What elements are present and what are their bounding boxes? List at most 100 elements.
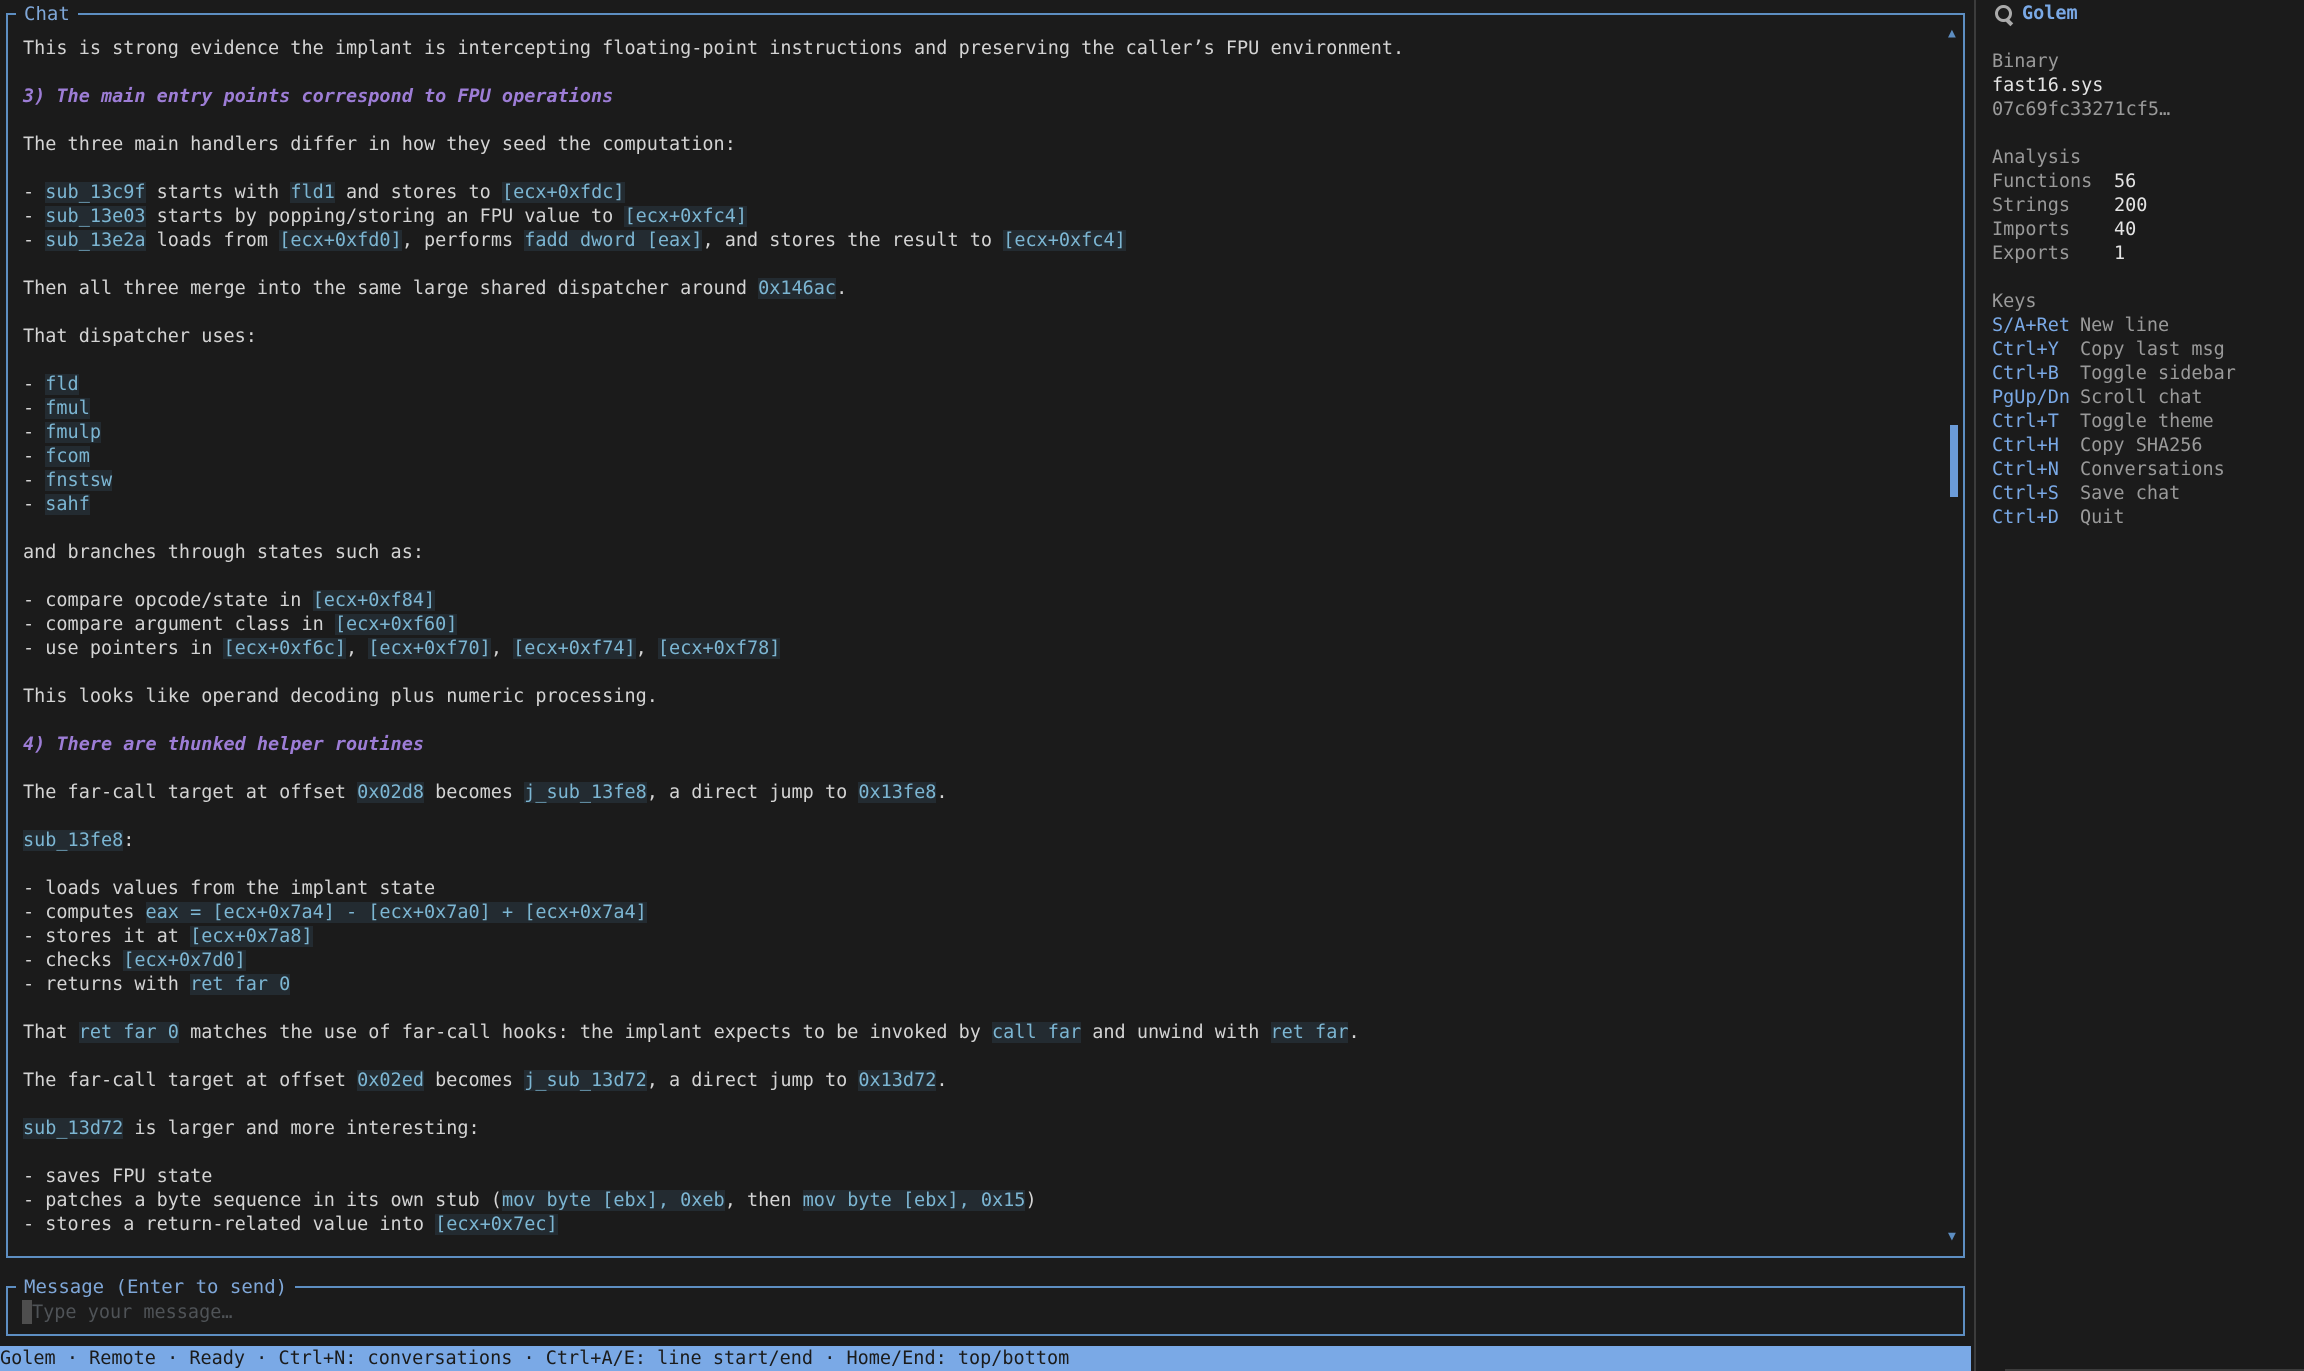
stat-name: Functions: [1992, 171, 2093, 192]
code-span: j_sub_13fe8: [524, 782, 647, 803]
text-span: ,: [635, 638, 658, 659]
chat-line: - checks [ecx+0x7d0]: [23, 949, 1933, 973]
chat-line: 4) There are thunked helper routines: [23, 733, 1933, 757]
code-span: 0x02d8: [357, 782, 424, 803]
code-span: [ecx+0xfc4]: [1003, 230, 1126, 251]
text-span: -: [23, 374, 46, 395]
chat-scrollbar[interactable]: ▲ ▼: [1948, 27, 1959, 1244]
text-span: matches the use of far-call hooks: the i…: [178, 1022, 993, 1043]
text-span: ): [1025, 1190, 1037, 1211]
text-span: -: [23, 230, 46, 251]
code-span: [ecx+0xf70]: [368, 638, 491, 659]
stat-value: 200: [2114, 195, 2148, 216]
stat-row-functions: Functions 56: [1992, 170, 2292, 194]
code-span: 0x13d72: [858, 1070, 937, 1091]
sidebar-divider: [1974, 0, 1976, 1371]
text-span: , then: [724, 1190, 803, 1211]
text-span: becomes: [423, 782, 525, 803]
chat-line: The far-call target at offset 0x02d8 bec…: [23, 781, 1933, 805]
code-span: sub_13d72: [23, 1118, 124, 1139]
chat-line: The three main handlers differ in how th…: [23, 133, 1933, 157]
key-combo: PgUp/Dn: [1992, 387, 2070, 408]
chat-panel[interactable]: Chat This is strong evidence the implant…: [6, 2, 1965, 1258]
key-hint: Ctrl+Y Copy last msg: [1992, 338, 2292, 362]
analysis-label: Analysis: [1992, 147, 2082, 168]
chat-line: This looks like operand decoding plus nu…: [23, 685, 1933, 709]
key-combo: Ctrl+D: [1992, 507, 2059, 528]
code-span: fmulp: [45, 422, 101, 443]
stat-value: 1: [2114, 243, 2126, 264]
stat-value: 56: [2114, 171, 2137, 192]
chat-line: - use pointers in [ecx+0xf6c], [ecx+0xf7…: [23, 637, 1933, 661]
code-span: mov byte [ebx], 0xeb: [501, 1190, 725, 1211]
chat-line: - sahf: [23, 493, 1933, 517]
stat-name: Exports: [1992, 243, 2070, 264]
text-span: and unwind with: [1081, 1022, 1271, 1043]
sidebar-title: Golem: [2022, 3, 2078, 24]
chat-line: - compare argument class in [ecx+0xf60]: [23, 613, 1933, 637]
code-span: [ecx+0xfd0]: [279, 230, 402, 251]
sidebar: Golem Binary fast16.sys 07c69fc33271cf5……: [1992, 2, 2292, 530]
text-span: starts with: [145, 182, 291, 203]
text-span: - loads values from the implant state: [23, 878, 436, 899]
text-span: , and stores the result to: [702, 230, 1004, 251]
chat-line: Then all three merge into the same large…: [23, 277, 1933, 301]
code-span: [ecx+0xfc4]: [624, 206, 747, 227]
key-combo: Ctrl+T: [1992, 411, 2059, 432]
text-span: :: [123, 830, 135, 851]
chat-line: sub_13fe8:: [23, 829, 1933, 853]
text-span: -: [23, 182, 46, 203]
scroll-up-icon[interactable]: ▲: [1948, 27, 1956, 41]
message-input[interactable]: [22, 1300, 1932, 1324]
binary-hash: 07c69fc33271cf5…: [1992, 99, 2171, 120]
code-span: 0x146ac: [758, 278, 837, 299]
text-span: and branches through states such as:: [23, 542, 424, 563]
text-span: .: [1348, 1022, 1360, 1043]
text-span: - saves FPU state: [23, 1166, 213, 1187]
chat-line: - loads values from the implant state: [23, 877, 1933, 901]
chat-panel-title: Chat: [16, 2, 78, 26]
text-span: ,: [346, 638, 369, 659]
code-span: [ecx+0xf60]: [334, 614, 458, 635]
key-hint: Ctrl+B Toggle sidebar: [1992, 362, 2292, 386]
key-description: Toggle sidebar: [2080, 363, 2236, 384]
text-span: The far-call target at offset: [23, 1070, 358, 1091]
chat-messages: This is strong evidence the implant is i…: [23, 37, 1933, 1237]
code-span: fnstsw: [45, 470, 113, 491]
text-span: The three main handlers differ in how th…: [23, 134, 736, 155]
code-span: 0x02ed: [357, 1070, 424, 1091]
text-span: - compare opcode/state in: [23, 590, 313, 611]
text-span: , a direct jump to: [646, 1070, 859, 1091]
text-span: - use pointers in: [23, 638, 224, 659]
stat-row-strings: Strings 200: [1992, 194, 2292, 218]
text-span: starts by popping/storing an FPU value t…: [145, 206, 625, 227]
text-span: .: [936, 782, 948, 803]
code-span: fcom: [45, 446, 90, 467]
text-span: That: [23, 1022, 79, 1043]
code-span: ret far 0: [78, 1022, 179, 1043]
chat-line: sub_13d72 is larger and more interesting…: [23, 1117, 1933, 1141]
scroll-down-icon[interactable]: ▼: [1948, 1230, 1956, 1244]
code-span: [ecx+0xf84]: [312, 590, 436, 611]
code-span: [ecx+0xfdc]: [501, 182, 625, 203]
text-span: , a direct jump to: [646, 782, 859, 803]
scrollbar-thumb[interactable]: [1950, 425, 1958, 497]
code-span: sub_13c9f: [45, 182, 146, 203]
text-span: .: [836, 278, 848, 299]
code-span: fadd dword [eax]: [524, 230, 703, 251]
code-span: [ecx+0x7ec]: [435, 1214, 558, 1235]
chat-line: That ret far 0 matches the use of far-ca…: [23, 1021, 1933, 1045]
key-hint: Ctrl+T Toggle theme: [1992, 410, 2292, 434]
chat-line: - patches a byte sequence in its own stu…: [23, 1189, 1933, 1213]
text-span: and stores to: [334, 182, 502, 203]
chat-line: - fld: [23, 373, 1933, 397]
key-description: Scroll chat: [2080, 387, 2203, 408]
